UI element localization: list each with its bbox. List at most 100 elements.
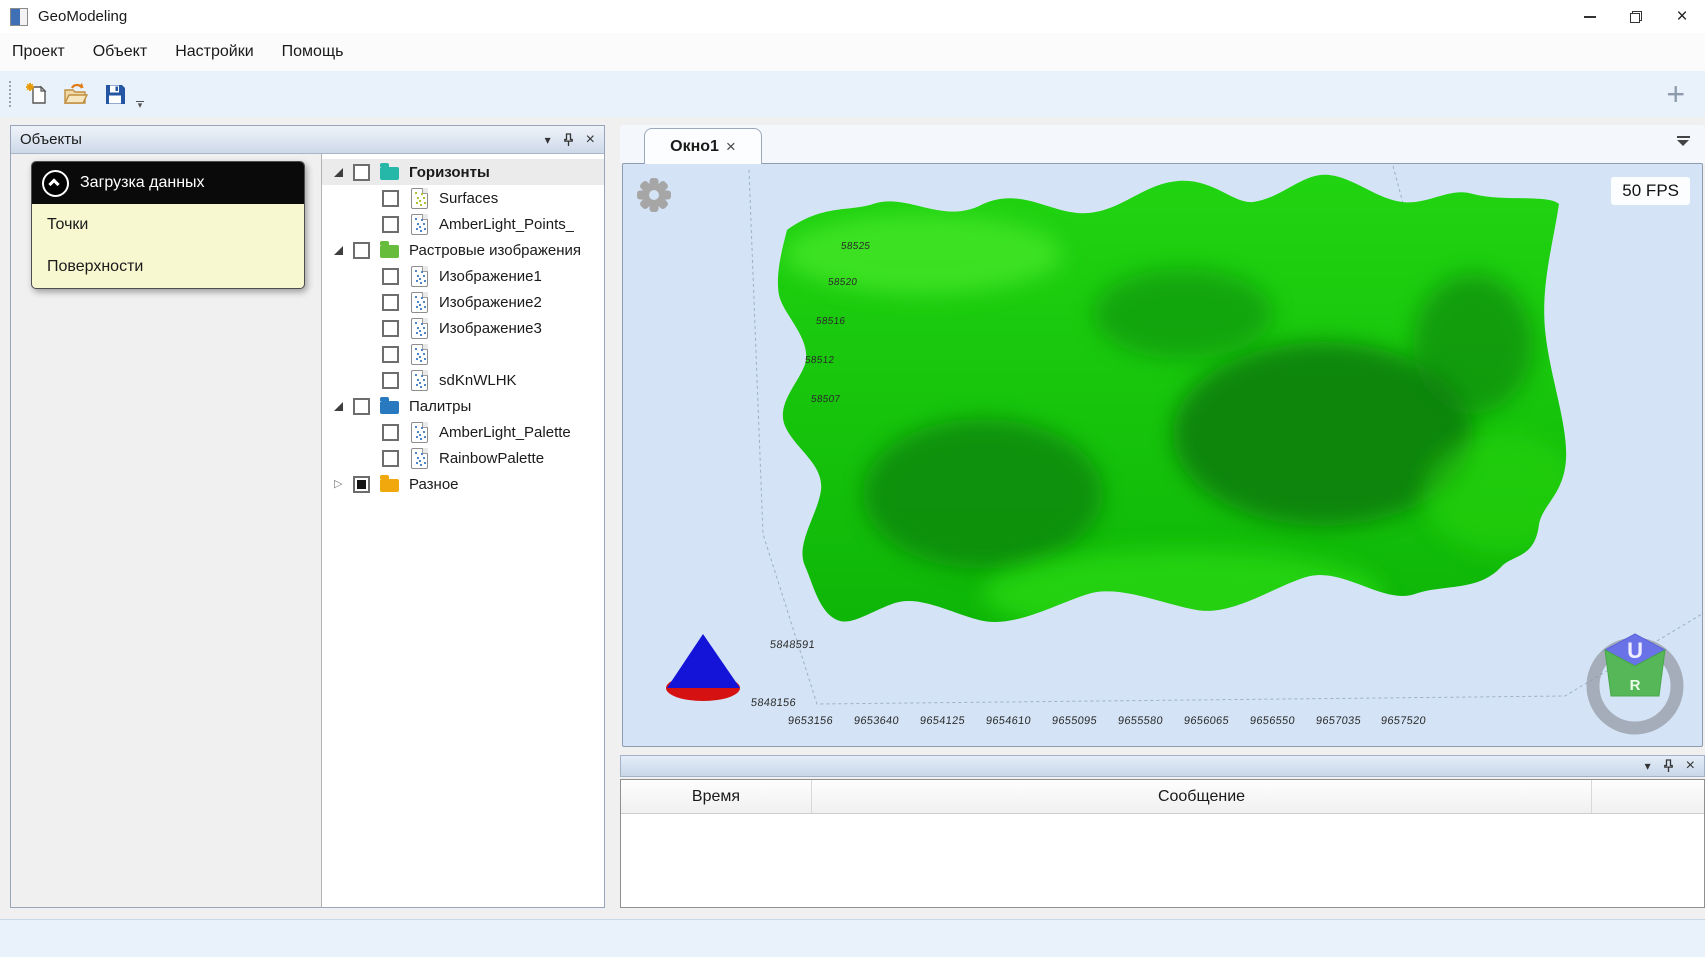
tree-item-image1[interactable]: Изображение1: [322, 263, 604, 289]
menu-bar: Проект Объект Настройки Помощь: [0, 33, 1705, 71]
log-menu-button[interactable]: ▾: [1645, 760, 1651, 772]
checkbox[interactable]: [353, 164, 370, 181]
minimize-button[interactable]: [1567, 0, 1613, 33]
checkbox[interactable]: [353, 476, 370, 493]
tree-item-label: AmberLight_Palette: [439, 424, 571, 441]
column-extra[interactable]: [1592, 780, 1704, 813]
document-icon: [411, 370, 428, 391]
menu-settings[interactable]: Настройки: [175, 43, 253, 61]
document-list-icon[interactable]: [1677, 136, 1691, 146]
cube-face-up-label: U: [1627, 638, 1643, 663]
new-document-button[interactable]: [24, 81, 50, 107]
checkbox[interactable]: [382, 320, 399, 337]
open-folder-icon: [63, 82, 89, 106]
new-document-icon: [25, 82, 49, 106]
checkbox[interactable]: [382, 190, 399, 207]
tree-item-surfaces[interactable]: Surfaces: [322, 185, 604, 211]
tree-item-image4[interactable]: [322, 341, 604, 367]
fps-counter: 50 FPS: [1611, 177, 1690, 205]
compass-north-icon[interactable]: [666, 634, 740, 701]
tree-item-label: AmberLight_Points_: [439, 216, 574, 233]
folder-icon: [380, 245, 399, 258]
toolbar-options-dropdown[interactable]: ▾: [136, 101, 144, 108]
add-toolbar-button[interactable]: +: [1666, 78, 1685, 110]
popup-item-points[interactable]: Точки: [32, 204, 304, 246]
column-message[interactable]: Сообщение: [812, 780, 1592, 813]
tree-item-amberlight-points[interactable]: AmberLight_Points_: [322, 211, 604, 237]
tree-item-raster-images[interactable]: Растровые изображения: [322, 237, 604, 263]
tree-item-label: Разное: [409, 476, 459, 493]
object-tree: Горизонты Surfaces AmberLight_Points_ Ра…: [322, 154, 604, 907]
tree-item-misc[interactable]: ▷ Разное: [322, 471, 604, 497]
document-icon: [411, 292, 428, 313]
panel-close-button[interactable]: ×: [586, 132, 595, 148]
checkbox[interactable]: [382, 424, 399, 441]
panel-menu-button[interactable]: ▾: [545, 134, 551, 146]
axis-label-y: 58525: [840, 241, 870, 252]
menu-project[interactable]: Проект: [12, 43, 65, 61]
navigation-cube[interactable]: U R: [1593, 634, 1677, 728]
load-data-popup-header: Загрузка данных: [32, 162, 304, 204]
log-panel: ▾ × Время Сообщение: [620, 755, 1705, 908]
maximize-button[interactable]: [1613, 0, 1659, 33]
viewport-3d[interactable]: U R 50 FPS 58525 58520 58516 58512 58507…: [622, 163, 1703, 747]
checkbox[interactable]: [382, 294, 399, 311]
checkbox[interactable]: [382, 268, 399, 285]
objects-panel-content: Загрузка данных Точки Поверхности: [11, 154, 322, 907]
popup-header-label: Загрузка данных: [80, 174, 205, 192]
save-icon: [104, 83, 126, 105]
tree-item-sdknwlhk[interactable]: sdKnWLHK: [322, 367, 604, 393]
tree-item-horizons[interactable]: Горизонты: [322, 159, 604, 185]
expander-icon[interactable]: [334, 401, 345, 412]
tree-item-image3[interactable]: Изображение3: [322, 315, 604, 341]
checkbox[interactable]: [353, 242, 370, 259]
axis-label-y: 58520: [827, 277, 857, 288]
open-project-button[interactable]: [63, 81, 89, 107]
axis-label-edge: 5848156: [750, 697, 796, 709]
checkbox[interactable]: [382, 450, 399, 467]
menu-help[interactable]: Помощь: [282, 43, 344, 61]
app-icon: [10, 8, 28, 26]
toolbar-grip[interactable]: [9, 81, 11, 107]
tree-item-rainbow-palette[interactable]: RainbowPalette: [322, 445, 604, 471]
tree-item-palettes[interactable]: Палитры: [322, 393, 604, 419]
tree-item-amberlight-palette[interactable]: AmberLight_Palette: [322, 419, 604, 445]
tree-item-label: Палитры: [409, 398, 471, 415]
axis-label-edge: 5848591: [769, 639, 815, 651]
expander-icon[interactable]: [334, 245, 345, 256]
menu-object[interactable]: Объект: [93, 43, 147, 61]
pin-icon: [563, 133, 574, 147]
panel-pin-button[interactable]: [563, 133, 574, 147]
tree-item-image2[interactable]: Изображение2: [322, 289, 604, 315]
load-data-popup: Загрузка данных Точки Поверхности: [31, 161, 305, 289]
expander-icon[interactable]: [334, 167, 345, 178]
settings-gear-icon[interactable]: [637, 178, 671, 212]
document-icon: [411, 422, 428, 443]
log-pin-button[interactable]: [1663, 759, 1674, 773]
objects-panel-title: Объекты: [20, 131, 533, 148]
close-button[interactable]: ×: [1659, 0, 1705, 33]
collapse-circle-icon[interactable]: [42, 170, 69, 197]
tree-item-label: Изображение2: [439, 294, 542, 311]
column-time[interactable]: Время: [621, 780, 812, 813]
minimize-icon: [1584, 16, 1596, 18]
expander-icon[interactable]: ▷: [334, 479, 345, 490]
cube-face-r-label: R: [1630, 677, 1641, 694]
axis-label-x: 9656550: [1249, 715, 1295, 727]
axis-label-x: 9654125: [919, 715, 965, 727]
objects-panel: Объекты ▾ × Загрузка данных Точки Поверх…: [10, 125, 605, 908]
tab-window1[interactable]: Окно1 ×: [644, 128, 762, 164]
tree-item-label: Изображение3: [439, 320, 542, 337]
checkbox[interactable]: [382, 346, 399, 363]
document-icon: [411, 448, 428, 469]
popup-item-surfaces[interactable]: Поверхности: [32, 246, 304, 288]
document-icon: [411, 214, 428, 235]
log-close-button[interactable]: ×: [1686, 758, 1695, 774]
tab-close-icon[interactable]: ×: [726, 137, 736, 157]
tree-item-label: Изображение1: [439, 268, 542, 285]
checkbox[interactable]: [353, 398, 370, 415]
document-icon: [411, 318, 428, 339]
checkbox[interactable]: [382, 216, 399, 233]
checkbox[interactable]: [382, 372, 399, 389]
save-project-button[interactable]: [102, 81, 128, 107]
